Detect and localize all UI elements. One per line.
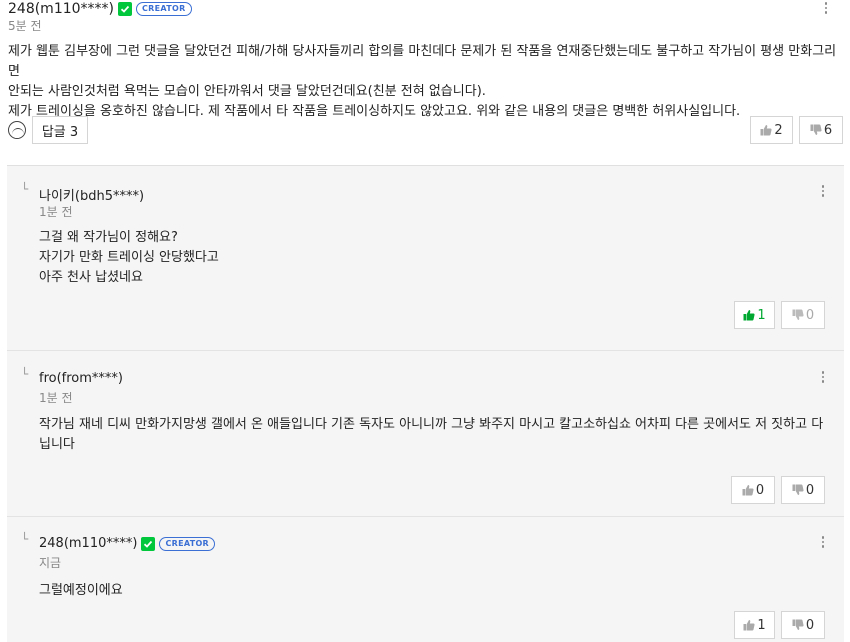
dislike-button[interactable]: 0 [781,476,825,504]
reply-author-row: fro(from****) [39,371,123,386]
thumbs-down-icon [792,619,804,630]
reply-time: 1분 전 [39,205,73,219]
reply-indicator: └ [21,182,29,196]
dislike-button[interactable]: 0 [781,301,825,329]
dislike-button[interactable]: 0 [781,611,825,639]
dislike-count: 0 [805,482,815,498]
reply-indicator: └ [21,532,29,546]
reply-author[interactable]: fro(from****) [39,371,123,386]
thumbs-up-icon [760,125,772,136]
reply-item: └ 248(m110****) CREATOR 지금 그럴예정이에요 1 0 [7,517,844,642]
reply-count-button[interactable]: 답글 3 [32,116,88,144]
reply-indicator: └ [21,367,29,381]
like-count: 0 [755,482,765,498]
thumbs-down-icon [810,124,822,135]
like-button[interactable]: 1 [734,301,775,329]
comment-author-row: 248(m110****) CREATOR [8,0,192,18]
more-vertical-icon[interactable] [817,369,829,385]
like-button[interactable]: 2 [750,116,793,144]
reply-author-row: 248(m110****) CREATOR [39,536,216,551]
reply-author[interactable]: 나이키(bdh5****) [39,185,144,204]
reply-time: 1분 전 [39,391,73,405]
dislike-count: 0 [805,307,815,323]
like-button[interactable]: 1 [734,611,775,639]
reply-list: └ 나이키(bdh5****) 1분 전 그걸 왜 작가님이 정해요? 자기가 … [7,165,844,642]
dislike-button[interactable]: 6 [799,116,843,144]
thumbs-down-icon [792,309,804,320]
reply-author-row: 나이키(bdh5****) [39,185,144,204]
main-comment: 248(m110****) CREATOR 5분 전 제가 웹툰 김부장에 그런… [0,0,850,165]
reply-author[interactable]: 248(m110****) [39,536,137,551]
reply-body: 작가님 재네 디씨 만화가지망생 갤에서 온 애들입니다 기존 독자도 아니니까… [39,417,824,452]
thumbs-up-icon [743,310,755,321]
avatar[interactable] [8,121,26,139]
like-count: 2 [774,122,783,138]
reply-item: └ 나이키(bdh5****) 1분 전 그걸 왜 작가님이 정해요? 자기가 … [7,166,844,351]
more-vertical-icon[interactable] [817,183,829,199]
verified-check-icon [118,2,133,16]
like-count: 1 [757,307,766,323]
dislike-count: 6 [823,122,833,138]
reply-item: └ fro(from****) 1분 전 작가님 재네 디씨 만화가지망생 갤에… [7,351,844,517]
creator-badge: CREATOR [136,2,192,16]
comment-body: 제가 웹툰 김부장에 그런 댓글을 달았던건 피해/가해 당사자들끼리 합의를 … [8,44,837,119]
more-vertical-icon[interactable] [820,0,832,16]
more-vertical-icon[interactable] [817,534,829,550]
like-count: 1 [757,617,766,633]
thumbs-up-icon [743,620,755,631]
reply-body: 그럴예정이에요 [39,583,123,598]
dislike-count: 0 [805,617,815,633]
thumbs-up-icon [742,485,754,496]
creator-badge: CREATOR [159,536,216,551]
comment-author[interactable]: 248(m110****) [8,1,114,17]
like-button[interactable]: 0 [731,476,775,504]
thumbs-down-icon [792,484,804,495]
verified-check-icon [141,536,156,551]
reply-body: 그걸 왜 작가님이 정해요? 자기가 만화 트레이싱 안당했다고 아주 천사 납… [39,230,219,285]
reply-time: 지금 [39,556,62,570]
comment-time: 5분 전 [8,19,42,33]
